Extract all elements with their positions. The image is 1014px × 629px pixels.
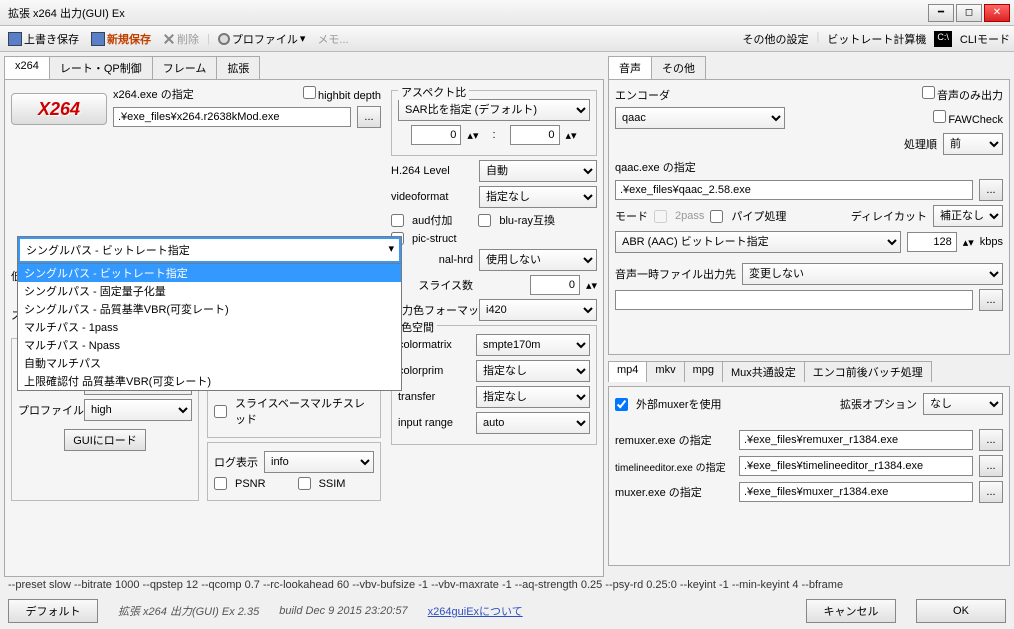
cancel-button[interactable]: キャンセル: [806, 599, 896, 623]
pass-opt-1[interactable]: シングルパス - 固定量子化量: [18, 282, 401, 300]
tab-other[interactable]: その他: [651, 56, 706, 79]
aspect-title: アスペクト比: [398, 84, 469, 100]
nalhrd-select[interactable]: 使用しない: [479, 249, 597, 271]
about-link[interactable]: x264guiExについて: [428, 603, 523, 619]
x264-exe-path[interactable]: [113, 107, 351, 127]
colorprim-select[interactable]: 指定なし: [476, 360, 590, 382]
maximize-button[interactable]: ◻: [956, 4, 982, 22]
pass-mode-dropdown[interactable]: シングルパス - ビットレート指定 シングルパス - ビットレート指定 シングル…: [17, 236, 402, 391]
build-info: build Dec 9 2015 23:20:57: [279, 605, 407, 617]
save-button[interactable]: 上書き保存: [4, 29, 83, 49]
videoformat-select[interactable]: 指定なし: [479, 186, 597, 208]
qaac-path-input[interactable]: [615, 180, 973, 200]
muxtab-mkv[interactable]: mkv: [646, 361, 684, 382]
aud-checkbox[interactable]: [391, 214, 404, 227]
gear-icon: [218, 33, 230, 45]
sliced-mt-checkbox[interactable]: [214, 405, 227, 418]
timeline-browse[interactable]: ...: [979, 455, 1003, 477]
ok-button[interactable]: OK: [916, 599, 1006, 623]
gui-load-button[interactable]: GUIにロード: [64, 429, 146, 451]
outfmt-select[interactable]: i420: [479, 299, 597, 321]
pass-opt-6[interactable]: 上限確認付 品質基準VBR(可変レート): [18, 372, 401, 390]
muxtab-common[interactable]: Mux共通設定: [722, 361, 805, 382]
muxtab-mpg[interactable]: mpg: [684, 361, 723, 382]
transfer-select[interactable]: 指定なし: [476, 386, 590, 408]
commandline-preview: --preset slow --bitrate 1000 --qpstep 12…: [0, 575, 1014, 595]
pass-opt-3[interactable]: マルチパス - 1pass: [18, 318, 401, 336]
remuxer-path[interactable]: [739, 430, 973, 450]
encoder-select[interactable]: qaac: [615, 107, 785, 129]
tmpout-path[interactable]: [615, 290, 973, 310]
psnr-checkbox[interactable]: [214, 477, 227, 490]
other-settings-link[interactable]: その他の設定: [743, 31, 809, 47]
aspect-y[interactable]: [510, 125, 560, 145]
delete-icon: [163, 33, 175, 45]
tmpout-browse[interactable]: ...: [979, 289, 1003, 311]
audio-bitrate-input[interactable]: [907, 232, 957, 252]
slices-input[interactable]: [530, 275, 580, 295]
audio-mode-select[interactable]: ABR (AAC) ビットレート指定: [615, 231, 901, 253]
twopass-checkbox: [654, 210, 667, 223]
extopt-select[interactable]: なし: [923, 393, 1003, 415]
colorspace-title: 色空間: [398, 319, 437, 335]
muxer-browse[interactable]: ...: [979, 481, 1003, 503]
profile-menu[interactable]: プロファイル ▾: [214, 29, 310, 49]
pass-opt-4[interactable]: マルチパス - Npass: [18, 336, 401, 354]
aspect-x[interactable]: [411, 125, 461, 145]
pass-mode-selected[interactable]: シングルパス - ビットレート指定: [18, 237, 401, 263]
inputrange-select[interactable]: auto: [476, 412, 590, 434]
x264-logo: X264: [11, 93, 107, 125]
order-select[interactable]: 前: [943, 133, 1003, 155]
pass-opt-0[interactable]: シングルパス - ビットレート指定: [18, 264, 401, 282]
tab-audio[interactable]: 音声: [608, 56, 652, 79]
muxtab-mp4[interactable]: mp4: [608, 361, 647, 382]
window-title: 拡張 x264 出力(GUI) Ex: [4, 5, 928, 21]
timeline-path[interactable]: [739, 456, 973, 476]
pipe-checkbox[interactable]: [710, 210, 723, 223]
highbit-checkbox[interactable]: [303, 86, 316, 99]
bitrate-calc-link[interactable]: ビットレート計算機: [827, 31, 926, 47]
aspect-mode-select[interactable]: SAR比を指定 (デフォルト): [398, 99, 590, 121]
encoder-label: エンコーダ: [615, 87, 670, 103]
muxer-path[interactable]: [739, 482, 973, 502]
external-muxer-checkbox[interactable]: [615, 398, 628, 411]
x264-exe-label: x264.exe の指定: [113, 86, 194, 102]
qaac-browse[interactable]: ...: [979, 179, 1003, 201]
tab-ext[interactable]: 拡張: [216, 56, 260, 79]
pass-opt-2[interactable]: シングルパス - 品質基準VBR(可変レート): [18, 300, 401, 318]
cli-mode-link[interactable]: CLIモード: [960, 31, 1010, 47]
memo-button[interactable]: メモ...: [313, 29, 352, 49]
close-button[interactable]: ✕: [984, 4, 1010, 22]
remuxer-browse[interactable]: ...: [979, 429, 1003, 451]
minimize-button[interactable]: ━: [928, 4, 954, 22]
tab-rate-qp[interactable]: レート・QP制御: [49, 56, 153, 79]
bluray-checkbox[interactable]: [478, 214, 491, 227]
profile-select[interactable]: high: [84, 399, 192, 421]
default-button[interactable]: デフォルト: [8, 599, 98, 623]
muxtab-batch[interactable]: エンコ前後バッチ処理: [804, 361, 932, 382]
ssim-checkbox[interactable]: [298, 477, 311, 490]
qaac-exe-label: qaac.exe の指定: [615, 159, 696, 175]
h264level-select[interactable]: 自動: [479, 160, 597, 182]
pass-opt-5[interactable]: 自動マルチパス: [18, 354, 401, 372]
tab-frame[interactable]: フレーム: [152, 56, 218, 79]
delete-button[interactable]: 削除: [159, 29, 203, 49]
delay-select[interactable]: 補正なし: [933, 205, 1003, 227]
tmpout-select[interactable]: 変更しない: [742, 263, 1003, 285]
log-select[interactable]: info: [264, 451, 374, 473]
new-save-icon: [91, 32, 105, 46]
save-icon: [8, 32, 22, 46]
cli-icon: C:\: [934, 31, 952, 47]
audio-only-checkbox[interactable]: [922, 86, 935, 99]
new-save-button[interactable]: 新規保存: [87, 29, 155, 49]
app-name: 拡張 x264 出力(GUI) Ex 2.35: [118, 603, 259, 619]
tab-x264[interactable]: x264: [4, 56, 50, 79]
colormatrix-select[interactable]: smpte170m: [476, 334, 590, 356]
fawcheck-checkbox[interactable]: [933, 110, 946, 123]
x264-exe-browse[interactable]: ...: [357, 106, 381, 128]
